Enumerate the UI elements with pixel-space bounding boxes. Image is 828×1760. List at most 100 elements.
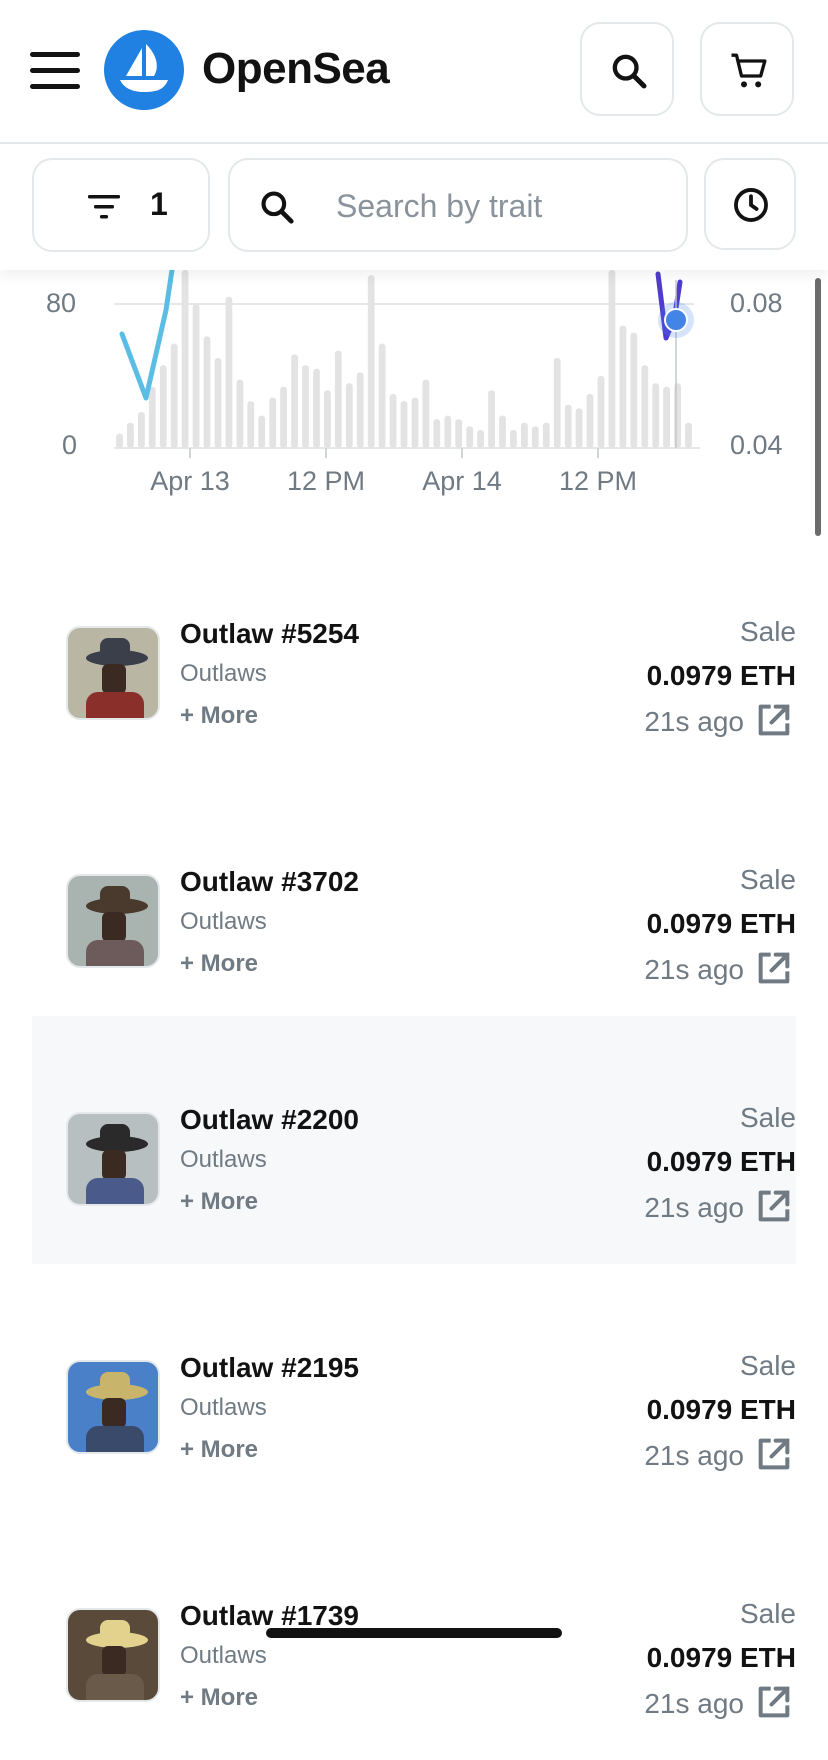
external-link-icon[interactable]: [754, 1434, 794, 1474]
event-type: Sale: [739, 1598, 796, 1629]
filter-bar: 1: [0, 144, 828, 270]
external-link-icon[interactable]: [754, 948, 794, 988]
volume-bar: [356, 372, 364, 448]
volume-bar: [630, 332, 638, 448]
more-traits-link[interactable]: + More: [180, 1436, 258, 1464]
thumbnail-face: [102, 1646, 126, 1676]
item-name[interactable]: Outlaw #3702: [180, 866, 359, 898]
more-traits-link[interactable]: + More: [180, 1684, 258, 1712]
volume-bar: [269, 397, 277, 448]
chart-canvas: [114, 270, 700, 458]
volume-bar: [138, 412, 145, 448]
volume-bar: [663, 386, 670, 448]
volume-bar: [148, 386, 156, 448]
volume-bar: [455, 419, 463, 448]
right-axis-tick: 0.08: [730, 288, 783, 318]
left-axis-tick: 80: [46, 288, 77, 318]
volume-bar: [400, 401, 408, 448]
event-price: 0.0979 ETH: [646, 1394, 796, 1425]
activity-chart: 80 0 0.08 0.04 Apr 13 12 PM Apr 14 12 PM: [0, 270, 828, 510]
volume-bar: [367, 275, 375, 448]
external-link-icon[interactable]: [754, 1186, 794, 1226]
thumbnail-face: [102, 1150, 126, 1180]
left-axis-tick: 0: [62, 430, 78, 460]
event-time: 21s ago: [644, 1688, 744, 1719]
external-link-icon[interactable]: [754, 700, 794, 740]
filter-button[interactable]: 1: [32, 158, 210, 252]
hamburger-icon[interactable]: [30, 52, 80, 89]
volume-bar: [586, 394, 594, 448]
event-type: Sale: [739, 616, 796, 647]
thumbnail-body: [86, 1426, 144, 1452]
volume-bar: [345, 383, 353, 448]
nft-thumbnail[interactable]: [66, 1112, 160, 1206]
event-type: Sale: [739, 1350, 796, 1381]
more-traits-link[interactable]: + More: [180, 702, 258, 730]
collection-name[interactable]: Outlaws: [180, 660, 267, 688]
collection-name[interactable]: Outlaws: [180, 1642, 267, 1670]
x-axis-tick: Apr 14: [422, 466, 502, 496]
search-icon: [261, 191, 294, 224]
volume-bar: [531, 426, 539, 448]
activity-row[interactable]: Outlaw #2195 Outlaws + More Sale 0.0979 ETH 2…: [32, 1264, 796, 1512]
volume-bar: [192, 304, 200, 448]
collection-name[interactable]: Outlaws: [180, 908, 267, 936]
volume-bar: [597, 376, 605, 448]
brand-name[interactable]: OpenSea: [202, 44, 390, 94]
volume-bar: [499, 415, 506, 448]
nft-thumbnail[interactable]: [66, 1608, 160, 1702]
volume-bar: [619, 325, 627, 448]
volume-bar: [203, 336, 211, 448]
page-scrollbar[interactable]: [815, 278, 821, 536]
thumbnail-body: [86, 692, 144, 718]
thumbnail-body: [86, 1178, 144, 1204]
event-time: 21s ago: [644, 954, 744, 985]
volume-bar: [641, 365, 649, 448]
volume-bar: [433, 419, 441, 448]
search-button[interactable]: [580, 22, 674, 116]
volume-bar: [685, 422, 692, 448]
volume-bar: [280, 386, 287, 448]
search-icon: [612, 54, 647, 89]
x-axis-tick: Apr 13: [150, 466, 230, 496]
volume-bar: [477, 430, 484, 448]
volume-bar: [553, 358, 561, 448]
collection-name[interactable]: Outlaws: [180, 1394, 267, 1422]
more-traits-link[interactable]: + More: [180, 1188, 258, 1216]
item-name[interactable]: Outlaw #2195: [180, 1352, 359, 1384]
event-type: Sale: [739, 1102, 796, 1133]
thumbnail-face: [102, 1398, 126, 1428]
volume-bar: [291, 354, 298, 448]
cart-button[interactable]: [700, 22, 794, 116]
activity-row[interactable]: Outlaw #3702 Outlaws + More Sale 0.0979 ETH 2…: [32, 778, 796, 1026]
volume-bar: [258, 415, 266, 448]
item-name[interactable]: Outlaw #2200: [180, 1104, 359, 1136]
trait-search-field[interactable]: [228, 158, 688, 252]
volume-bar: [225, 296, 233, 448]
opensea-logo[interactable]: [104, 30, 184, 110]
event-time: 21s ago: [644, 1440, 744, 1471]
filter-lines-icon: [88, 195, 120, 219]
volume-bar: [510, 430, 517, 448]
nft-thumbnail[interactable]: [66, 1360, 160, 1454]
volume-bar: [542, 422, 550, 448]
thumbnail-face: [102, 664, 126, 694]
nft-thumbnail[interactable]: [66, 626, 160, 720]
history-button[interactable]: [704, 158, 796, 250]
more-traits-link[interactable]: + More: [180, 950, 258, 978]
top-header: OpenSea: [0, 0, 828, 144]
activity-row[interactable]: Outlaw #5254 Outlaws + More Sale 0.0979 ETH 2…: [32, 530, 796, 778]
activity-row[interactable]: Outlaw #2200 Outlaws + More Sale 0.0979 ETH 2…: [32, 1016, 796, 1264]
volume-bar: [674, 383, 681, 448]
thumbnail-body: [86, 1674, 144, 1700]
nft-thumbnail[interactable]: [66, 874, 160, 968]
item-name[interactable]: Outlaw #5254: [180, 618, 359, 650]
collection-name[interactable]: Outlaws: [180, 1146, 267, 1174]
external-link-icon[interactable]: [754, 1682, 794, 1722]
volume-bar: [411, 397, 419, 448]
volume-bar: [564, 404, 572, 448]
volume-bar: [389, 394, 397, 448]
volume-bar: [652, 383, 660, 448]
event-price: 0.0979 ETH: [646, 1146, 796, 1177]
trait-search-input[interactable]: [334, 182, 668, 230]
